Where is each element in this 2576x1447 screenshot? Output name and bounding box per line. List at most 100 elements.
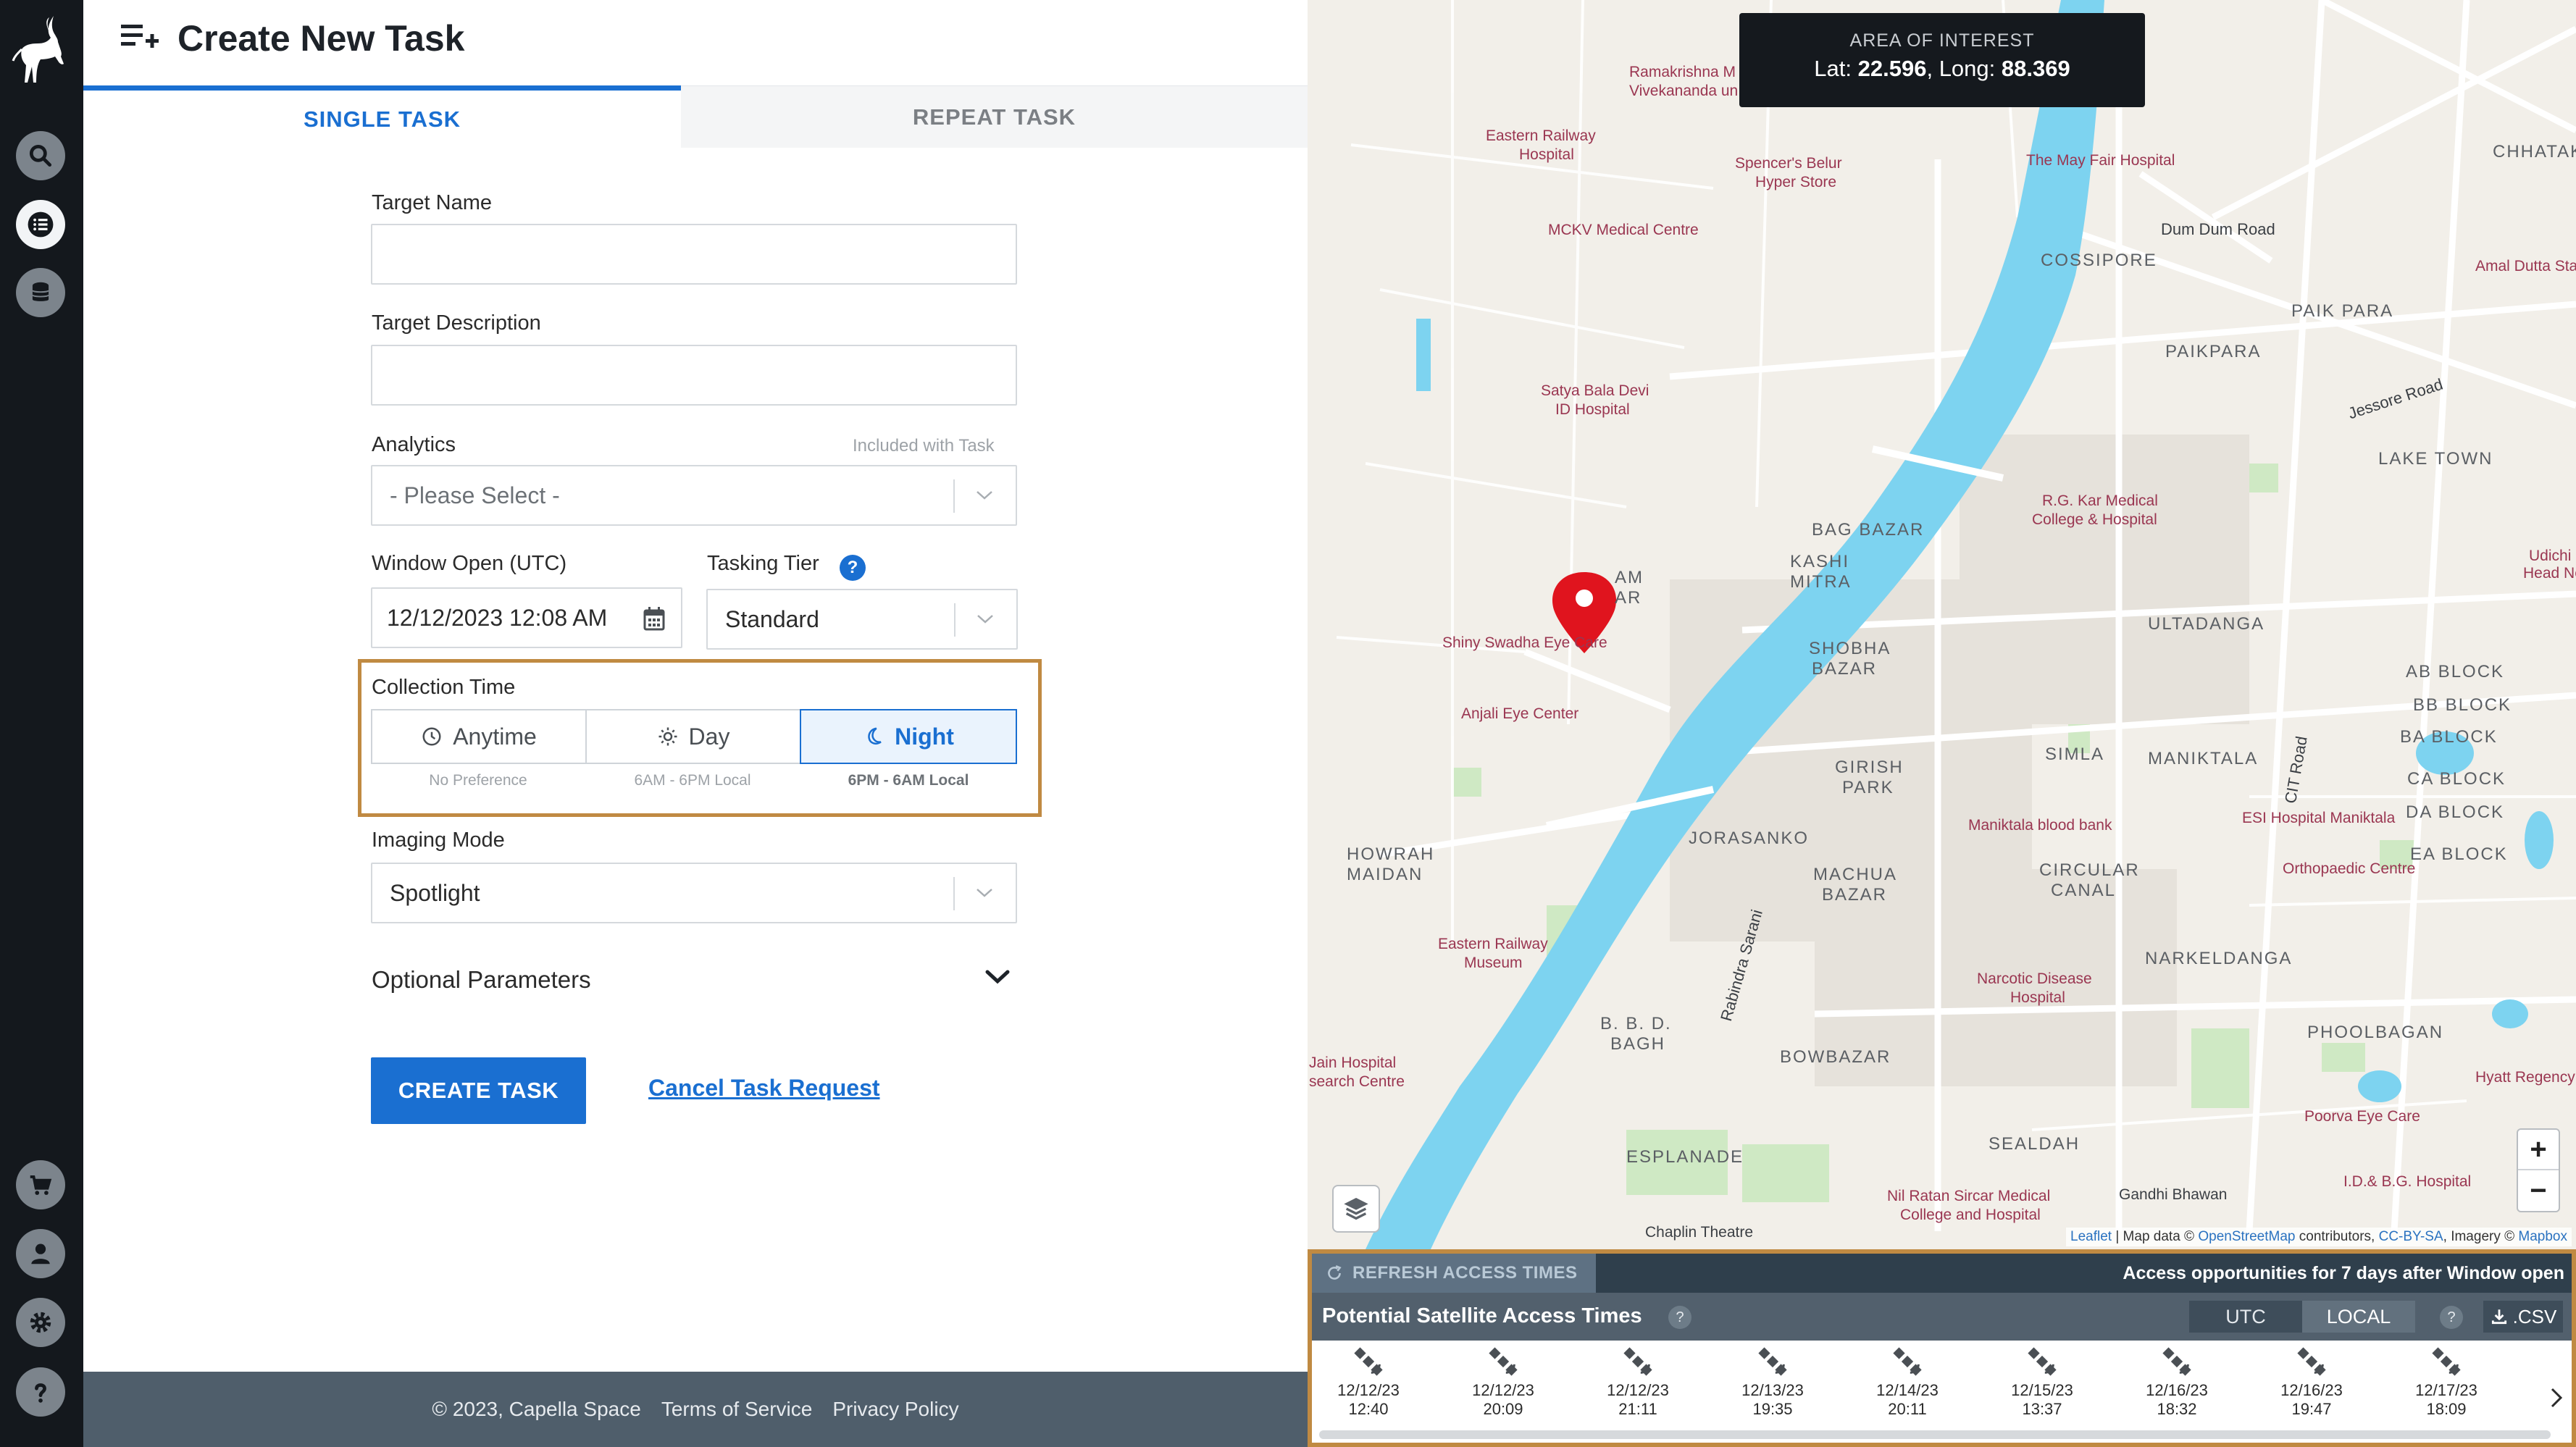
access-header: Potential Satellite Access Times ? UTC L… [1312,1293,2572,1341]
map-area-label: KASHI [1790,552,1850,571]
chevron-down-icon [977,615,993,624]
access-date: 12/17/23 [2415,1381,2477,1399]
map-area-label: DA BLOCK [2406,802,2505,822]
page-footer: © 2023, Capella Space Terms of Service P… [83,1372,1308,1447]
tz-utc-button[interactable]: UTC [2189,1301,2302,1333]
capella-logo-icon [12,16,64,83]
tasking-tier-selected-value: Standard [725,606,819,632]
map-poi-label: Narcotic Disease [1977,970,2092,987]
map-poi-label: Hyatt Regency [2475,1069,2575,1086]
tasks-nav-button[interactable] [16,200,65,249]
map-poi-label: Ramakrishna M [1629,64,1736,80]
cart-nav-button[interactable] [16,1160,65,1209]
map-area-label: ULTADANGA [2148,614,2265,634]
map-area-label: ESPLANADE [1626,1147,1744,1167]
access-time-item[interactable]: 12/16/23 18:32 [2133,1345,2220,1419]
collection-night-button[interactable]: Night [800,709,1017,764]
map-poi-label: Maniktala blood bank [1968,817,2112,834]
layers-button[interactable] [1332,1185,1380,1233]
tz-local-button[interactable]: LOCAL [2302,1301,2415,1333]
tasking-tier-select[interactable]: Standard [706,589,1018,650]
collection-anytime-button[interactable]: Anytime [371,709,587,764]
map-poi-label: Udichi EN [2529,548,2576,564]
terms-of-service-link[interactable]: Terms of Service [661,1398,813,1421]
map-poi-label: Vivekananda un [1629,83,1739,99]
tab-single-task[interactable]: SINGLE TASK [83,85,681,148]
tasking-tier-label: Tasking Tier [707,552,819,575]
window-open-label: Window Open (UTC) [372,552,567,575]
map-poi-label: Head Neck [2523,565,2576,582]
csv-download-button[interactable]: .CSV [2483,1301,2563,1333]
database-icon [31,282,50,301]
imaging-mode-select[interactable]: Spotlight [371,863,1017,923]
access-time-item[interactable]: 12/17/23 18:09 [2403,1345,2490,1419]
access-time: 20:11 [1888,1400,1927,1418]
map-area-label: PAIK PARA [2291,301,2394,321]
zoom-in-button[interactable]: + [2518,1130,2559,1170]
access-date: 12/15/23 [2011,1381,2073,1399]
timezone-toggle: UTC LOCAL [2189,1301,2415,1333]
access-time-item[interactable]: 12/16/23 19:47 [2268,1345,2355,1419]
access-scrollbar[interactable] [1319,1430,2551,1439]
access-time-item[interactable]: 12/14/23 20:11 [1864,1345,1951,1419]
map-area-label: MITRA [1790,572,1852,592]
cancel-task-request-link[interactable]: Cancel Task Request [648,1075,880,1102]
access-help-icon[interactable]: ? [1668,1306,1691,1329]
target-name-label: Target Name [372,191,493,214]
map-view[interactable]: COSSIPORE CHHATAKAL PAIK PARA PAIKPARA L… [1308,0,2576,1249]
map-area-label: LAKE TOWN [2378,449,2493,469]
analytics-select[interactable]: - Please Select - [371,465,1017,526]
window-open-value: 12/12/2023 12:08 AM [387,605,608,631]
map-area-label: CIRCULAR [2039,860,2140,880]
target-description-input[interactable] [371,345,1017,406]
refresh-access-times-button[interactable]: REFRESH ACCESS TIMES [1312,1254,1596,1293]
user-icon [31,1243,50,1264]
area-of-interest-panel: AREA OF INTEREST Lat: 22.596, Long: 88.3… [1739,13,2145,107]
database-nav-button[interactable] [16,268,65,317]
collection-time-label: Collection Time [372,676,516,699]
question-icon [35,1383,46,1403]
search-nav-button[interactable] [16,131,65,180]
access-date: 12/16/23 [2146,1381,2208,1399]
access-time-item[interactable]: 12/15/23 13:37 [1999,1345,2086,1419]
access-window-note: Access opportunities for 7 days after Wi… [2123,1263,2564,1283]
map-area-label: BA BLOCK [2400,727,2498,747]
collection-night-label: Night [895,723,954,750]
map-area-label: PAIKPARA [2165,342,2262,361]
task-form-panel: Create New Task SINGLE TASK REPEAT TASK … [83,0,1308,1447]
chevron-down-icon[interactable] [983,966,1012,986]
clock-icon [422,727,441,746]
help-nav-button[interactable] [16,1367,65,1417]
window-open-date-input[interactable]: 12/12/2023 12:08 AM [371,587,682,648]
collection-day-button[interactable]: Day [585,709,801,764]
license-link[interactable]: CC-BY-SA [2379,1229,2443,1244]
map-area-label: MANIKTALA [2148,749,2259,768]
timezone-help-icon[interactable]: ? [2440,1306,2463,1329]
map-area-label: SHOBHA [1809,639,1891,658]
access-time-item[interactable]: 12/12/23 21:11 [1594,1345,1681,1419]
optional-parameters-toggle[interactable]: Optional Parameters [372,966,591,994]
tasking-tier-help-icon[interactable]: ? [840,555,866,581]
chevron-right-icon[interactable] [2547,1385,2566,1410]
settings-nav-button[interactable] [16,1298,65,1347]
calendar-icon[interactable] [643,606,665,631]
target-name-input[interactable] [371,224,1017,285]
imaging-mode-label: Imaging Mode [372,829,505,852]
access-time-item[interactable]: 12/12/23 20:09 [1460,1345,1547,1419]
map-area-label: BAZAR [1822,885,1888,905]
privacy-policy-link[interactable]: Privacy Policy [832,1398,958,1421]
access-toolbar: REFRESH ACCESS TIMES Access opportunitie… [1312,1254,2572,1293]
openstreetmap-link[interactable]: OpenStreetMap [2198,1229,2295,1244]
mapbox-link[interactable]: Mapbox [2518,1229,2567,1244]
leaflet-link[interactable]: Leaflet [2070,1229,2112,1244]
account-nav-button[interactable] [16,1229,65,1278]
tab-repeat-task[interactable]: REPEAT TASK [681,85,1308,148]
task-type-tabs: SINGLE TASK REPEAT TASK [83,85,1308,148]
access-time-item[interactable]: 12/13/23 19:35 [1729,1345,1816,1419]
aoi-coordinates: Lat: 22.596, Long: 88.369 [1814,56,2070,81]
map-area-label: SIMLA [2045,745,2105,764]
map-area-label: AM [1615,568,1644,587]
access-time-item[interactable]: 12/12/23 12:40 [1325,1345,1412,1419]
zoom-out-button[interactable]: − [2518,1170,2559,1211]
create-task-button[interactable]: CREATE TASK [371,1057,586,1124]
